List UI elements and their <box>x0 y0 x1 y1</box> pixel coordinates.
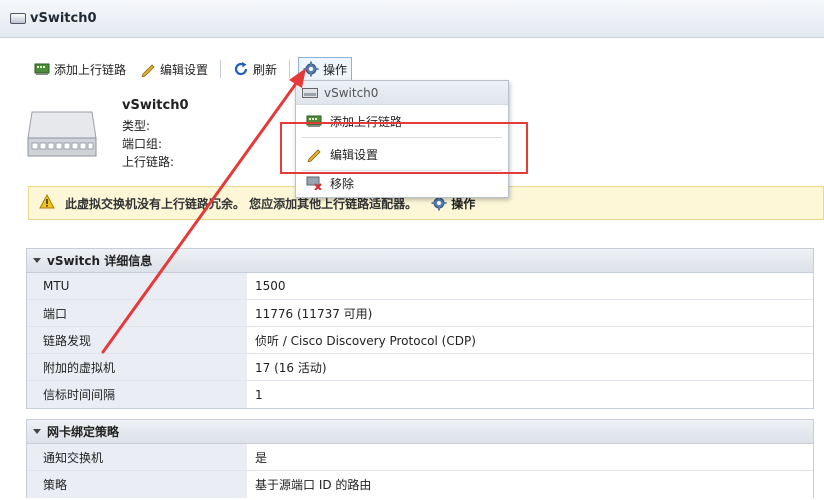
virtual-switch-icon <box>26 108 98 160</box>
edit-settings-button[interactable]: 编辑设置 <box>136 57 212 81</box>
detail-key: 端口 <box>27 300 247 326</box>
detail-value: 基于源端口 ID 的路由 <box>255 478 372 492</box>
detail-row: 信标时间间隔 1 <box>27 381 813 408</box>
detail-value: 17 (16 活动) <box>255 360 327 375</box>
detail-key: 附加的虚拟机 <box>27 354 247 380</box>
toolbar-divider <box>289 60 291 78</box>
warning-icon <box>39 193 55 212</box>
add-uplink-label: 添加上行链路 <box>54 62 127 77</box>
vswitch-details-header[interactable]: vSwitch 详细信息 <box>27 249 813 273</box>
remove-icon <box>306 176 322 190</box>
detail-value: 侦听 / Cisco Discovery Protocol (CDP) <box>255 333 476 348</box>
nic-teaming-title: 网卡绑定策略 <box>47 425 120 439</box>
detail-key: 策略 <box>27 471 247 498</box>
detail-value: 1500 <box>255 279 286 293</box>
detail-key: MTU <box>27 273 247 299</box>
detail-key: 通知交换机 <box>27 444 247 470</box>
menu-header: vSwitch0 <box>296 81 508 105</box>
add-uplink-button[interactable]: 添加上行链路 <box>30 57 130 81</box>
menu-header-label: vSwitch0 <box>324 85 379 100</box>
detail-value: 1 <box>255 387 263 402</box>
detail-key: 链路发现 <box>27 327 247 353</box>
detail-row: MTU 1500 <box>27 273 813 300</box>
vswitch-icon <box>10 13 26 24</box>
vswitch-icon <box>302 87 318 98</box>
actions-button[interactable]: 操作 <box>298 57 353 81</box>
vswitch-details-title: vSwitch 详细信息 <box>47 254 153 268</box>
annotation-highlight-box <box>280 122 528 174</box>
title-bar: vSwitch0 <box>0 0 824 38</box>
collapse-triangle-icon <box>33 429 41 434</box>
detail-row: 端口 11776 (11737 可用) <box>27 300 813 327</box>
vswitch-details-panel: vSwitch 详细信息 MTU 1500 端口 11776 (11737 可用… <box>26 248 814 409</box>
nic-teaming-header[interactable]: 网卡绑定策略 <box>27 420 813 444</box>
switch-uplinks-label: 上行链路: <box>122 155 175 169</box>
toolbar-divider <box>220 60 222 78</box>
detail-row: 通知交换机 是 <box>27 444 813 471</box>
edit-settings-label: 编辑设置 <box>160 62 209 77</box>
menu-item-label: 移除 <box>330 176 355 191</box>
actions-label: 操作 <box>323 62 348 77</box>
detail-value: 11776 (11737 可用) <box>255 306 373 321</box>
refresh-label: 刷新 <box>253 62 278 77</box>
page: vSwitch0 添加上行链路 编辑设置 刷新 操作 vSwitch0 类型: … <box>0 0 824 500</box>
detail-row: 策略 基于源端口 ID 的路由 <box>27 471 813 498</box>
switch-type-label: 类型: <box>122 119 151 133</box>
detail-value: 是 <box>255 450 268 465</box>
detail-row: 附加的虚拟机 17 (16 活动) <box>27 354 813 381</box>
window-title: vSwitch0 <box>30 11 97 26</box>
refresh-icon <box>233 61 249 77</box>
detail-key: 信标时间间隔 <box>27 381 247 408</box>
detail-row: 链路发现 侦听 / Cisco Discovery Protocol (CDP) <box>27 327 813 354</box>
toolbar: 添加上行链路 编辑设置 刷新 操作 <box>30 56 353 82</box>
refresh-button[interactable]: 刷新 <box>229 57 281 81</box>
nic-icon <box>34 61 50 77</box>
switch-portgroups-label: 端口组: <box>122 137 163 151</box>
menu-item-remove[interactable]: 移除 <box>296 171 508 195</box>
nic-teaming-panel: 网卡绑定策略 通知交换机 是 策略 基于源端口 ID 的路由 <box>26 419 814 498</box>
collapse-triangle-icon <box>33 258 41 263</box>
gear-icon <box>303 61 319 77</box>
switch-name: vSwitch0 <box>122 98 189 113</box>
pencil-icon <box>140 61 156 77</box>
